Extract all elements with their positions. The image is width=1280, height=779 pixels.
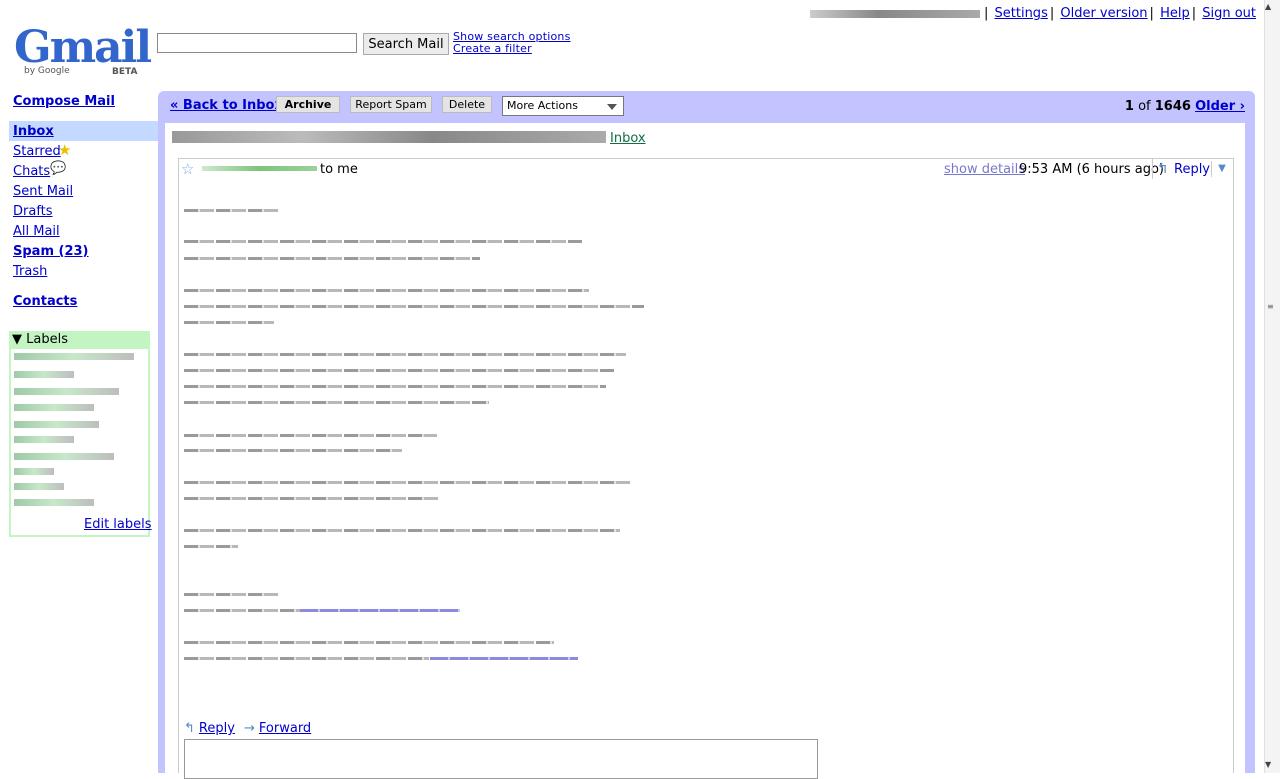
body-line-redacted [184, 369, 614, 372]
contacts-link[interactable]: Contacts [13, 294, 77, 309]
older-version-link[interactable]: Older version [1060, 6, 1147, 21]
body-line-redacted [184, 529, 620, 532]
message-card [178, 158, 1234, 773]
label-item-redacted[interactable] [14, 388, 119, 395]
message-time: 9:53 AM (6 hours ago) [1019, 162, 1164, 177]
body-line-redacted [184, 385, 606, 388]
archive-button[interactable]: Archive [276, 96, 340, 113]
sidebar-item-starred[interactable]: Starred [13, 144, 61, 159]
label-item-redacted[interactable] [14, 353, 134, 360]
body-line-redacted [184, 209, 280, 212]
search-mail-button[interactable]: Search Mail [363, 33, 449, 55]
logo-beta: BETA [112, 67, 138, 77]
edit-labels-link[interactable]: Edit labels [84, 517, 152, 532]
sidebar-item-chats[interactable]: Chats [13, 164, 50, 179]
sidebar-item-trash[interactable]: Trash [13, 264, 47, 279]
pager: 1 of 1646 Older › [1125, 99, 1245, 114]
page-scrollbar[interactable] [1264, 0, 1280, 773]
reply-arrow-icon: ↰ [1157, 161, 1169, 177]
compose-mail-link[interactable]: Compose Mail [13, 94, 115, 109]
body-line-redacted [184, 657, 429, 660]
body-line-redacted [184, 641, 554, 644]
body-line-redacted [184, 257, 480, 260]
label-item-redacted[interactable] [14, 436, 74, 443]
chat-bubble-icon: 💬 [50, 161, 67, 176]
quick-reply-textarea[interactable] [184, 739, 818, 779]
account-email-redacted [810, 9, 980, 18]
forward-link[interactable]: Forward [259, 721, 311, 736]
body-line-redacted [184, 609, 304, 612]
pager-of: of [1138, 99, 1151, 114]
back-to-inbox-link[interactable]: « Back to Inbox [170, 98, 283, 113]
bottom-forward[interactable]: → Forward [244, 721, 311, 736]
message-toolbar: « Back to Inbox Archive Report Spam Dele… [170, 96, 1248, 118]
label-item-redacted[interactable] [14, 421, 99, 428]
labels-title: Labels [26, 332, 68, 347]
scroll-down-arrow-icon[interactable]: ▼ [1265, 760, 1271, 769]
sidebar-item-inbox[interactable]: Inbox [13, 124, 54, 139]
body-line-redacted [184, 449, 402, 452]
logo-by-google: by Google [24, 66, 70, 76]
body-line-redacted [184, 434, 437, 437]
search-links: Show search options Create a filter [453, 31, 571, 55]
label-item-redacted[interactable] [14, 483, 64, 490]
sender-redacted[interactable] [202, 166, 317, 171]
body-line-redacted [184, 321, 274, 324]
body-line-redacted [184, 401, 489, 404]
gmail-logo[interactable]: Gmail by Google BETA [14, 22, 152, 80]
search-input[interactable] [157, 33, 357, 53]
body-line-redacted [184, 289, 589, 292]
label-item-redacted[interactable] [14, 404, 94, 411]
sidebar-item-all-mail[interactable]: All Mail [13, 224, 60, 239]
sidebar-item-drafts[interactable]: Drafts [13, 204, 53, 219]
star-outline-icon[interactable]: ☆ [181, 160, 194, 178]
report-spam-button[interactable]: Report Spam [350, 96, 432, 113]
reply-link[interactable]: Reply [199, 721, 235, 736]
more-actions-label: More Actions [507, 99, 578, 112]
labels-header[interactable]: ▼ Labels [9, 331, 150, 349]
sidebar-item-spam[interactable]: Spam (23) [13, 244, 89, 259]
forward-arrow-icon: → [244, 721, 255, 736]
body-link-redacted[interactable] [430, 657, 578, 660]
body-line-redacted [184, 497, 439, 500]
older-link[interactable]: Older › [1195, 99, 1245, 114]
create-filter-link[interactable]: Create a filter [453, 43, 571, 55]
settings-link[interactable]: Settings [995, 6, 1048, 21]
more-actions-select[interactable]: More Actions [502, 96, 624, 116]
scroll-thumb-grip-icon[interactable]: ≡ [1267, 303, 1277, 317]
bottom-reply[interactable]: ↰ Reply [184, 721, 235, 736]
pager-current: 1 [1124, 99, 1134, 114]
dropdown-arrow-icon [607, 104, 617, 110]
body-line-redacted [184, 593, 279, 596]
body-line-redacted [184, 240, 582, 243]
scroll-up-arrow-icon[interactable]: ▲ [1265, 2, 1271, 11]
reply-button-group: ↰ Reply ▼ [1152, 159, 1232, 179]
label-item-redacted[interactable] [14, 468, 54, 475]
labels-box [9, 331, 150, 537]
label-item-redacted[interactable] [14, 453, 114, 460]
body-line-redacted [184, 305, 644, 308]
body-line-redacted [184, 545, 238, 548]
label-item-redacted[interactable] [14, 499, 94, 506]
help-link[interactable]: Help [1160, 6, 1190, 21]
subject-redacted [172, 131, 606, 143]
body-line-redacted [184, 353, 626, 356]
inbox-label-tag[interactable]: Inbox [610, 131, 646, 146]
sidebar-item-sent-mail[interactable]: Sent Mail [13, 184, 73, 199]
show-details-link[interactable]: show details [944, 162, 1025, 177]
sign-out-link[interactable]: Sign out [1202, 6, 1256, 21]
label-item-redacted[interactable] [14, 371, 74, 378]
body-line-redacted [184, 481, 632, 484]
recipient-text: to me [320, 162, 358, 177]
body-link-redacted[interactable] [300, 609, 460, 612]
pager-total: 1646 [1154, 99, 1191, 114]
reply-button[interactable]: Reply [1174, 162, 1210, 177]
reply-options-dropdown-icon[interactable]: ▼ [1211, 161, 1232, 177]
star-icon: ★ [58, 141, 72, 159]
reply-arrow-icon: ↰ [184, 721, 195, 736]
triangle-down-icon: ▼ [12, 332, 22, 347]
delete-button[interactable]: Delete [442, 96, 492, 113]
top-links: | Settings | Older version | Help | Sign ou… [810, 6, 1258, 21]
